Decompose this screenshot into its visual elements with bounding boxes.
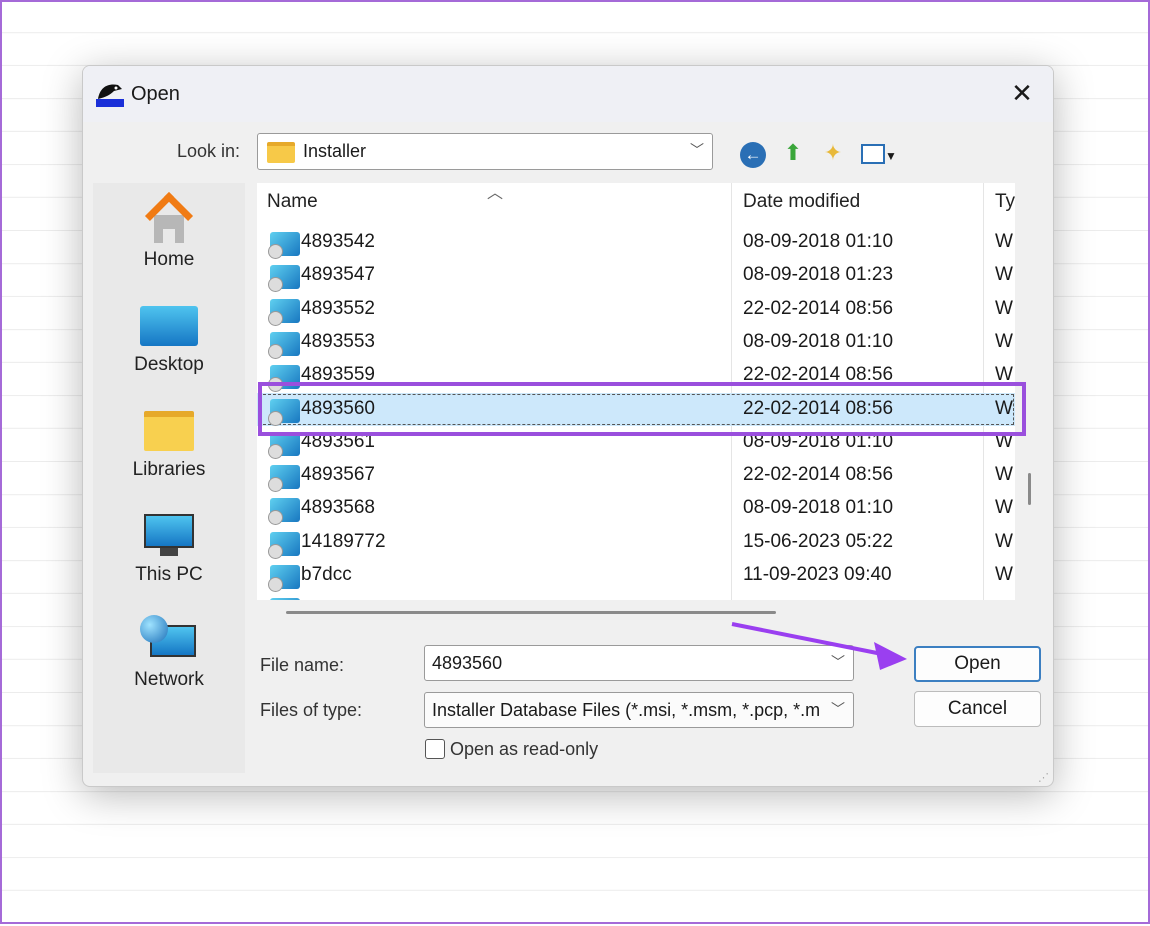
arrow-annotation: [731, 622, 907, 670]
